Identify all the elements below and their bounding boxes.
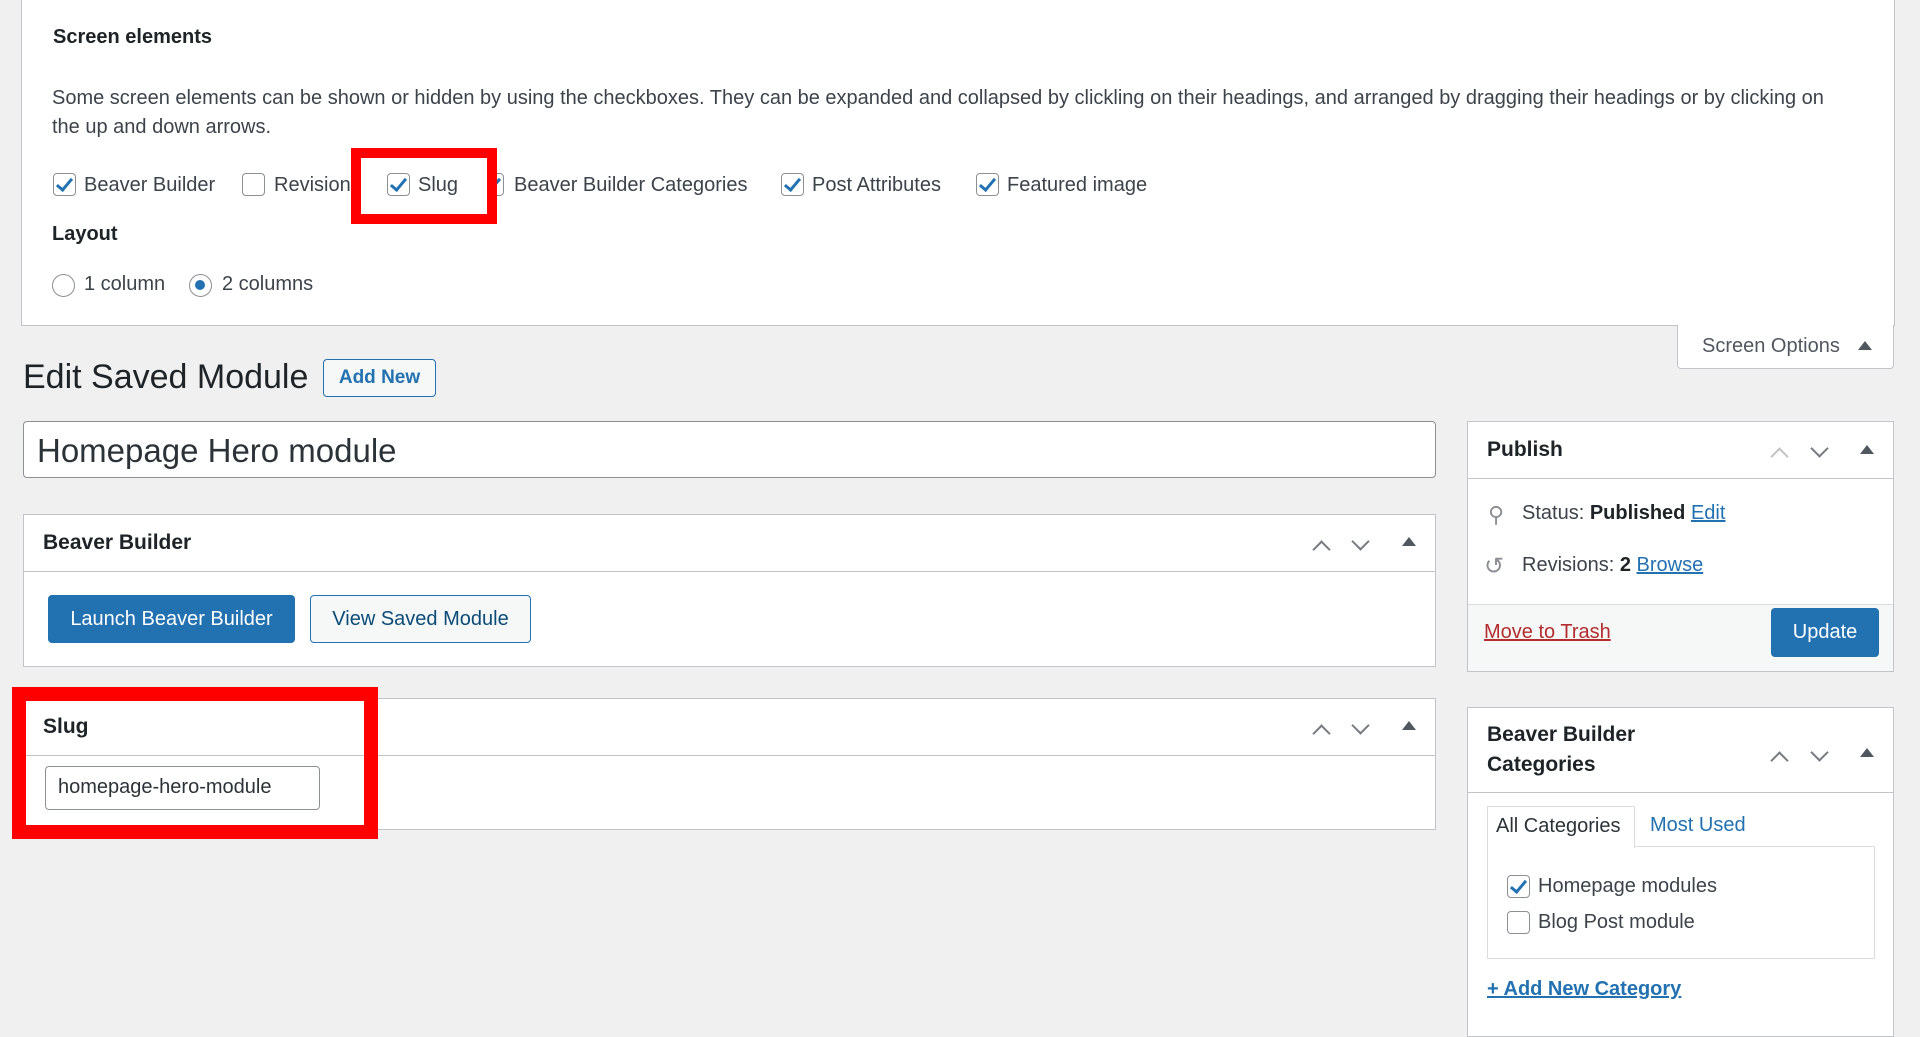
label-post-attributes[interactable]: Post Attributes: [812, 174, 941, 197]
move-to-trash-link[interactable]: Move to Trash: [1484, 621, 1611, 644]
label-featured-image[interactable]: Featured image: [1007, 174, 1147, 197]
label-1-column[interactable]: 1 column: [84, 273, 165, 296]
add-new-category-link[interactable]: + Add New Category: [1487, 978, 1681, 1001]
collapse-icon[interactable]: [1402, 721, 1416, 730]
collapse-icon[interactable]: [1860, 748, 1874, 757]
status-row: Status: Published Edit: [1522, 502, 1725, 525]
beaver-builder-title: Beaver Builder: [43, 531, 192, 554]
checkbox-blog-post-module[interactable]: [1507, 911, 1530, 934]
checkbox-beaver-builder[interactable]: [53, 173, 76, 196]
browse-revisions-link[interactable]: Browse: [1637, 554, 1704, 576]
categories-title: Beaver Builder Categories: [1487, 723, 1636, 776]
label-2-columns[interactable]: 2 columns: [222, 273, 313, 296]
status-value: Published: [1589, 502, 1686, 524]
revisions-icon: ↺: [1484, 553, 1505, 580]
category-list: [1487, 846, 1875, 959]
revisions-label: Revisions:: [1522, 554, 1615, 576]
box-header: [24, 515, 1435, 572]
page-title: Edit Saved Module: [23, 358, 309, 396]
status-label: Status:: [1522, 502, 1585, 524]
screen-options-description: Some screen elements can be shown or hid…: [52, 87, 1824, 138]
checkbox-revision[interactable]: [242, 173, 265, 196]
caret-up-icon: [1858, 341, 1872, 350]
collapse-icon[interactable]: [1402, 537, 1416, 546]
layout-heading: Layout: [52, 223, 118, 245]
label-beaver-builder[interactable]: Beaver Builder: [84, 174, 215, 197]
screen-options-label: Screen Options: [1702, 335, 1840, 357]
categories-box: Beaver Builder Categories All Categories …: [1467, 707, 1894, 1037]
revisions-row: Revisions: 2 Browse: [1522, 554, 1703, 577]
label-beaver-builder-categories[interactable]: Beaver Builder Categories: [514, 174, 747, 197]
view-saved-module-button[interactable]: View Saved Module: [310, 595, 531, 643]
label-homepage-modules[interactable]: Homepage modules: [1538, 875, 1717, 898]
post-title-input[interactable]: Homepage Hero module: [23, 421, 1436, 478]
screen-elements-heading: Screen elements: [53, 26, 212, 48]
beaver-builder-box: Beaver Builder Launch Beaver Builder Vie…: [23, 514, 1436, 667]
radio-1-column[interactable]: [52, 274, 75, 297]
label-blog-post-module[interactable]: Blog Post module: [1538, 911, 1695, 934]
update-button[interactable]: Update: [1771, 608, 1879, 657]
checkbox-post-attributes[interactable]: [781, 173, 804, 196]
publish-title: Publish: [1487, 438, 1563, 461]
checkbox-featured-image[interactable]: [976, 173, 999, 196]
radio-2-columns[interactable]: [189, 274, 212, 297]
add-new-button[interactable]: Add New: [323, 359, 436, 397]
collapse-icon[interactable]: [1860, 445, 1874, 454]
label-revision[interactable]: Revision: [274, 174, 351, 197]
highlight-box-slug: [12, 687, 378, 839]
screen-options-tab[interactable]: Screen Options: [1677, 325, 1894, 369]
highlight-box-slug-checkbox: [351, 148, 497, 224]
pin-icon: ⚲: [1488, 502, 1505, 527]
checkbox-homepage-modules[interactable]: [1507, 875, 1530, 898]
launch-beaver-builder-button[interactable]: Launch Beaver Builder: [48, 595, 295, 643]
tab-all-categories[interactable]: All Categories: [1487, 806, 1635, 848]
edit-status-link[interactable]: Edit: [1691, 502, 1725, 524]
revisions-count: 2: [1619, 554, 1631, 576]
tab-most-used[interactable]: Most Used: [1650, 814, 1746, 837]
publish-box: Publish ⚲ Status: Published Edit ↺ Revis…: [1467, 421, 1894, 672]
